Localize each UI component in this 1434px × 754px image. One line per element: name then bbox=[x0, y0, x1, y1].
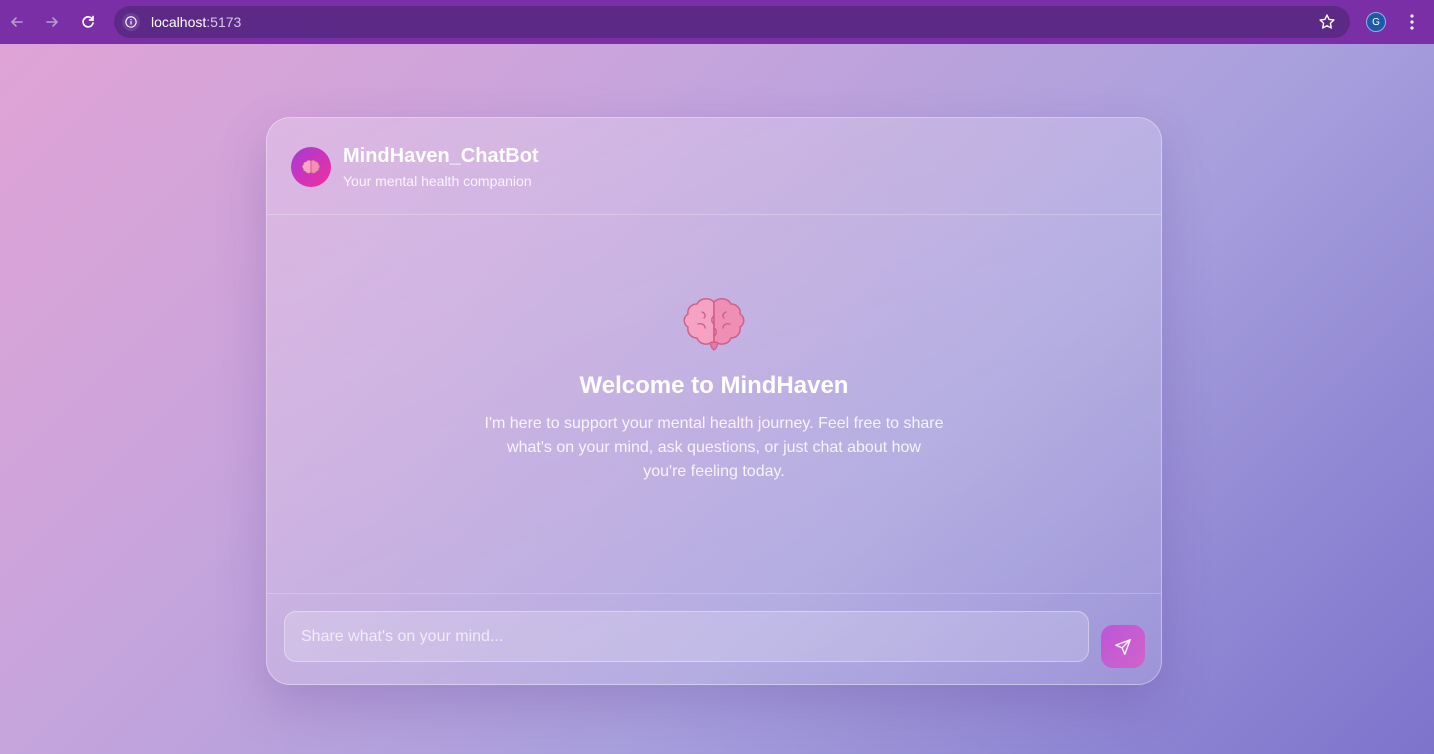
url-port: :5173 bbox=[206, 14, 242, 30]
browser-menu-button[interactable] bbox=[1402, 12, 1422, 32]
arrow-right-icon bbox=[46, 17, 59, 27]
chat-header: MindHaven_ChatBot Your mental health com… bbox=[267, 118, 1161, 215]
send-icon bbox=[1115, 638, 1131, 655]
message-input[interactable] bbox=[284, 611, 1089, 662]
brain-icon bbox=[301, 159, 321, 174]
chat-subtitle: Your mental health companion bbox=[343, 173, 532, 189]
chat-title: MindHaven_ChatBot bbox=[343, 145, 539, 167]
site-info-icon[interactable] bbox=[122, 13, 140, 31]
browser-toolbar: localhost:5173 G bbox=[0, 0, 1434, 44]
welcome-title: Welcome to MindHaven bbox=[579, 372, 849, 399]
url-host: localhost bbox=[151, 14, 207, 30]
send-button[interactable] bbox=[1101, 625, 1145, 668]
profile-avatar[interactable]: G bbox=[1366, 12, 1386, 32]
bookmark-star-icon[interactable] bbox=[1318, 13, 1336, 31]
bot-avatar bbox=[291, 147, 331, 187]
brain-icon bbox=[683, 298, 745, 351]
page-background: MindHaven_ChatBot Your mental health com… bbox=[0, 44, 1434, 754]
back-button[interactable] bbox=[5, 10, 29, 34]
kebab-menu-icon bbox=[1410, 14, 1414, 30]
url-text: localhost:5173 bbox=[151, 14, 241, 30]
welcome-panel: Welcome to MindHaven I'm here to support… bbox=[267, 296, 1161, 484]
arrow-left-icon bbox=[10, 17, 23, 27]
welcome-message: I'm here to support your mental health j… bbox=[484, 415, 944, 480]
reload-button[interactable] bbox=[76, 10, 100, 34]
composer-area bbox=[267, 593, 1161, 686]
forward-button[interactable] bbox=[40, 10, 64, 34]
chat-card: MindHaven_ChatBot Your mental health com… bbox=[266, 117, 1162, 685]
reload-icon bbox=[82, 15, 94, 28]
address-bar[interactable]: localhost:5173 bbox=[114, 6, 1350, 38]
